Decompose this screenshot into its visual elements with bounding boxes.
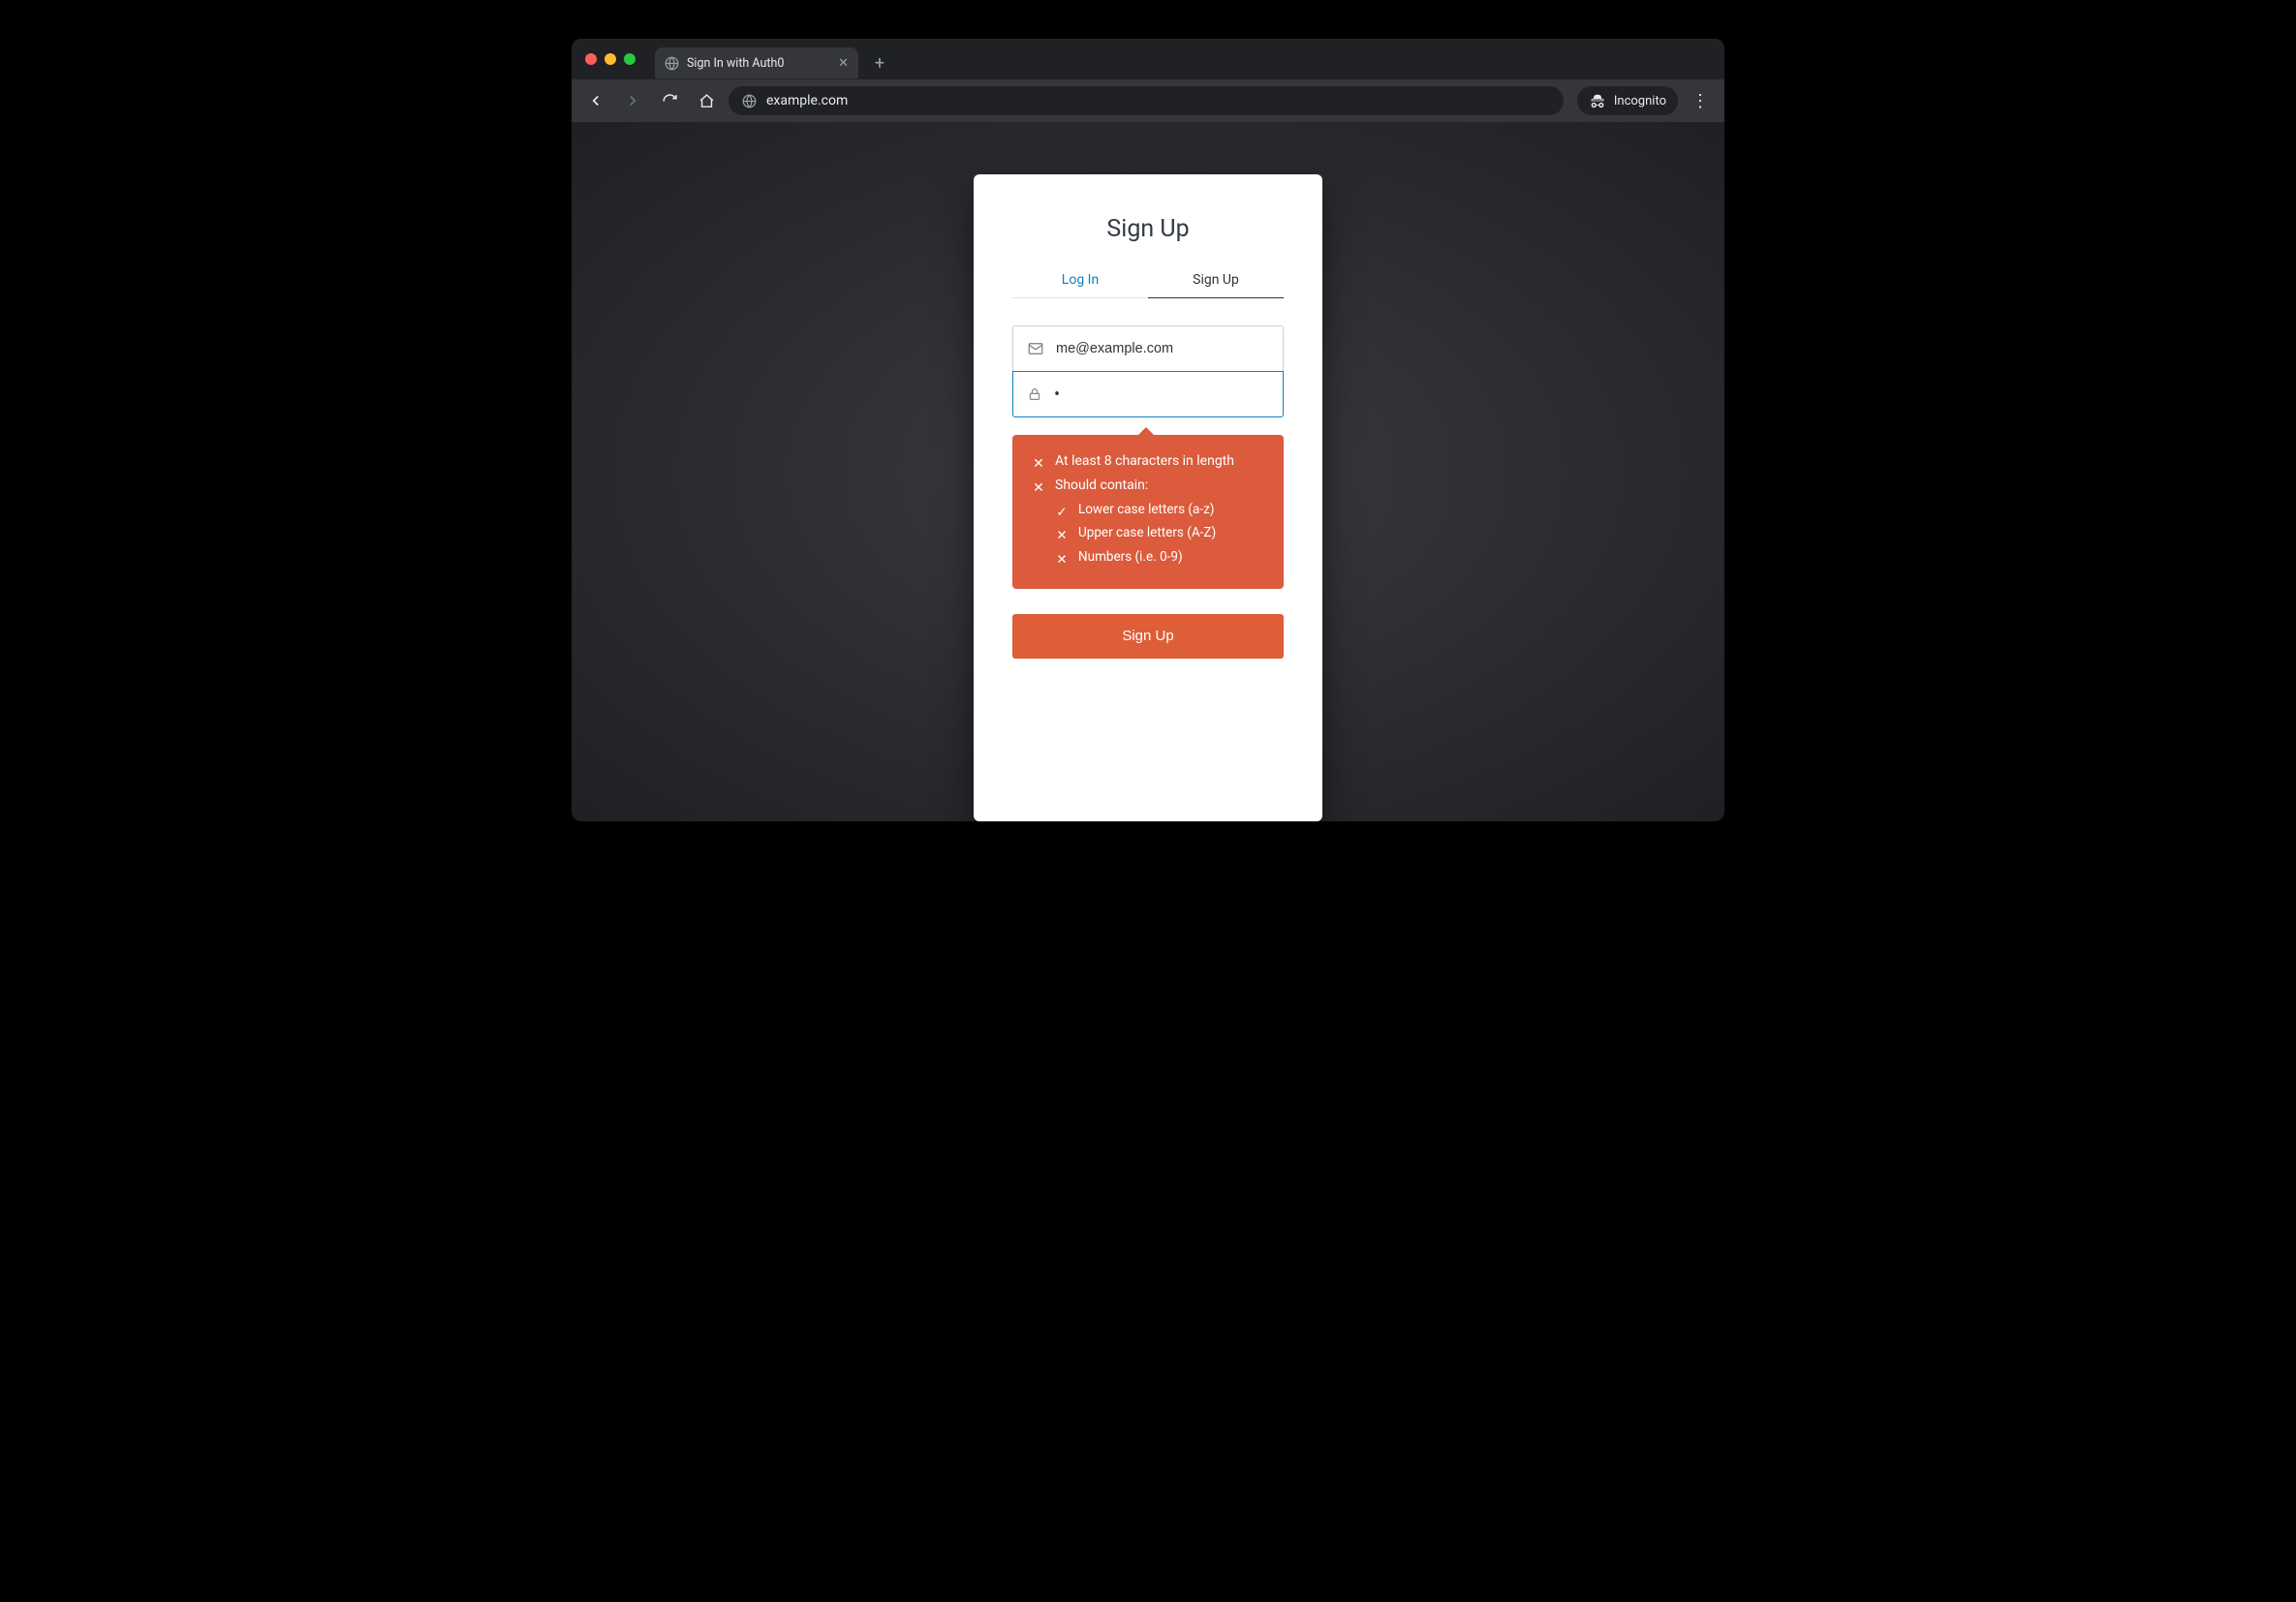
- tab-bar: Sign In with Auth0 ✕ +: [572, 39, 1724, 79]
- x-icon: ✕: [1032, 450, 1045, 475]
- back-button[interactable]: [581, 86, 610, 115]
- check-icon: ✓: [1055, 500, 1069, 524]
- mail-icon: [1027, 340, 1044, 357]
- page-viewport: Sign Up Log In Sign Up • ✕: [572, 122, 1724, 821]
- tab-signup[interactable]: Sign Up: [1148, 272, 1284, 298]
- req-contain: ✕ Should contain:: [1032, 475, 1264, 499]
- browser-tab[interactable]: Sign In with Auth0 ✕: [655, 47, 858, 78]
- browser-menu-button[interactable]: ⋮: [1686, 91, 1715, 111]
- browser-window: Sign In with Auth0 ✕ + example.com: [572, 39, 1724, 821]
- address-bar[interactable]: example.com: [729, 86, 1564, 115]
- signup-button[interactable]: Sign Up: [1012, 614, 1284, 659]
- req-upper: ✕ Upper case letters (A-Z): [1055, 523, 1264, 547]
- x-icon: ✕: [1055, 523, 1069, 547]
- password-requirements: ✕ At least 8 characters in length ✕ Shou…: [1012, 435, 1284, 589]
- incognito-icon: [1589, 92, 1606, 109]
- reload-button[interactable]: [655, 86, 684, 115]
- forward-button[interactable]: [618, 86, 647, 115]
- email-input[interactable]: [1056, 341, 1269, 356]
- auth-tabs: Log In Sign Up: [1012, 272, 1284, 298]
- maximize-window-button[interactable]: [624, 53, 636, 65]
- req-length: ✕ At least 8 characters in length: [1032, 450, 1264, 475]
- tab-title: Sign In with Auth0: [687, 56, 784, 71]
- new-tab-button[interactable]: +: [866, 49, 893, 77]
- window-controls: [585, 53, 636, 65]
- home-button[interactable]: [692, 86, 721, 115]
- globe-icon: [665, 56, 679, 71]
- x-icon: ✕: [1032, 475, 1045, 499]
- close-tab-button[interactable]: ✕: [838, 56, 849, 71]
- password-field[interactable]: •: [1012, 371, 1284, 417]
- auth-card: Sign Up Log In Sign Up • ✕: [974, 174, 1322, 821]
- incognito-indicator[interactable]: Incognito: [1577, 86, 1678, 115]
- email-field[interactable]: [1012, 325, 1284, 372]
- browser-toolbar: example.com Incognito ⋮: [572, 79, 1724, 122]
- incognito-label: Incognito: [1614, 94, 1666, 108]
- page-title: Sign Up: [1012, 215, 1284, 243]
- site-info-icon[interactable]: [742, 94, 757, 108]
- password-masked-value: •: [1054, 385, 1062, 405]
- x-icon: ✕: [1055, 547, 1069, 571]
- lock-icon: [1027, 386, 1042, 402]
- close-window-button[interactable]: [585, 53, 597, 65]
- minimize-window-button[interactable]: [605, 53, 616, 65]
- tab-login[interactable]: Log In: [1012, 272, 1148, 297]
- req-lower: ✓ Lower case letters (a-z): [1055, 500, 1264, 524]
- url-text: example.com: [766, 93, 848, 108]
- req-numbers: ✕ Numbers (i.e. 0-9): [1055, 547, 1264, 571]
